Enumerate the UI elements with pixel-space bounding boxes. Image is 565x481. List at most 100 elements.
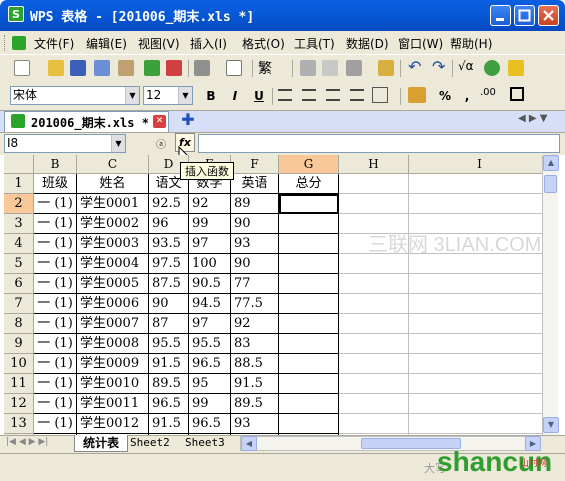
table-cell[interactable]: 95.5 — [149, 334, 189, 354]
table-cell[interactable]: 90 — [231, 254, 279, 274]
formula-input[interactable] — [198, 134, 560, 153]
table-cell[interactable]: 97.5 — [149, 254, 189, 274]
menu-insert[interactable]: 插入(I) — [190, 35, 227, 52]
table-cell[interactable]: 77 — [231, 274, 279, 294]
table-cell[interactable] — [279, 334, 339, 354]
row-header[interactable]: 7 — [4, 294, 34, 314]
table-cell[interactable] — [339, 394, 409, 414]
table-cell[interactable]: 学生0009 — [77, 354, 149, 374]
table-cell[interactable]: 100 — [189, 254, 231, 274]
table-cell[interactable]: 97 — [189, 234, 231, 254]
table-cell[interactable]: 总分 — [279, 174, 339, 194]
row-header[interactable]: 10 — [4, 354, 34, 374]
table-cell[interactable] — [409, 394, 551, 414]
menu-format[interactable]: 格式(O) — [242, 35, 285, 52]
table-cell[interactable]: 姓名 — [77, 174, 149, 194]
close-tab-icon[interactable]: ✕ — [153, 115, 166, 128]
table-cell[interactable]: 班级 — [34, 174, 77, 194]
menu-view[interactable]: 视图(V) — [138, 35, 180, 52]
table-cell[interactable] — [409, 354, 551, 374]
column-header[interactable]: H — [339, 155, 409, 174]
table-cell[interactable]: 一 (1) — [34, 214, 77, 234]
table-cell[interactable]: 一 (1) — [34, 234, 77, 254]
merge-cells-icon[interactable] — [372, 87, 388, 103]
table-cell[interactable]: 一 (1) — [34, 194, 77, 214]
spreadsheet-grid[interactable]: BCDEFGHI1班级姓名语文数学英语总分2一 (1)学生000192.5928… — [4, 155, 555, 435]
row-header[interactable]: 13 — [4, 414, 34, 434]
table-cell[interactable] — [339, 314, 409, 334]
table-cell[interactable]: 一 (1) — [34, 274, 77, 294]
table-cell[interactable]: 学生0004 — [77, 254, 149, 274]
table-cell[interactable]: 93 — [231, 234, 279, 254]
table-cell[interactable]: 学生0008 — [77, 334, 149, 354]
table-cell[interactable] — [279, 354, 339, 374]
table-cell[interactable] — [279, 314, 339, 334]
table-cell[interactable]: 学生0007 — [77, 314, 149, 334]
table-cell[interactable]: 学生0005 — [77, 274, 149, 294]
help-globe-icon[interactable] — [484, 60, 500, 76]
new-tab-icon[interactable]: ✚ — [180, 112, 196, 129]
table-cell[interactable]: 96.5 — [189, 414, 231, 434]
sheet-nav-arrows-icon[interactable]: |◀ ◀ ▶ ▶| — [6, 437, 48, 447]
table-cell[interactable] — [409, 314, 551, 334]
table-cell[interactable]: 87.5 — [149, 274, 189, 294]
vertical-scrollbar[interactable]: ▲ ▼ — [542, 155, 559, 435]
paste-icon[interactable] — [346, 60, 362, 76]
table-cell[interactable]: 95.5 — [189, 334, 231, 354]
table-cell[interactable] — [339, 174, 409, 194]
column-header[interactable]: C — [77, 155, 149, 174]
table-cell[interactable]: 一 (1) — [34, 254, 77, 274]
table-cell[interactable]: 97 — [189, 314, 231, 334]
table-cell[interactable]: 92 — [231, 314, 279, 334]
document-tab[interactable]: 201006_期末.xls * ✕ — [4, 111, 169, 132]
table-cell[interactable] — [279, 414, 339, 434]
table-cell[interactable]: 一 (1) — [34, 334, 77, 354]
open-folder-icon[interactable] — [48, 60, 64, 76]
table-cell[interactable]: 一 (1) — [34, 414, 77, 434]
table-cell[interactable] — [409, 254, 551, 274]
align-right-icon[interactable] — [326, 89, 340, 101]
justify-icon[interactable] — [350, 89, 364, 101]
table-cell[interactable] — [339, 334, 409, 354]
copy-icon[interactable] — [322, 60, 338, 76]
table-cell[interactable] — [279, 234, 339, 254]
table-cell[interactable]: 一 (1) — [34, 294, 77, 314]
table-cell[interactable]: 一 (1) — [34, 314, 77, 334]
increase-decimal-icon[interactable]: .00 — [480, 87, 496, 98]
traditional-chinese-icon[interactable]: 繁 — [258, 58, 272, 78]
table-cell[interactable] — [409, 294, 551, 314]
zoom-preview-icon[interactable] — [226, 60, 242, 76]
table-cell[interactable]: 英语 — [231, 174, 279, 194]
export-icon[interactable] — [144, 60, 160, 76]
table-cell[interactable]: 92 — [189, 194, 231, 214]
column-header[interactable]: I — [409, 155, 551, 174]
comma-style-button[interactable]: , — [458, 87, 476, 105]
table-cell[interactable]: 83 — [231, 334, 279, 354]
table-cell[interactable]: 89.5 — [149, 374, 189, 394]
print-icon[interactable] — [118, 60, 134, 76]
borders-icon[interactable] — [510, 87, 524, 101]
save-icon[interactable] — [70, 60, 86, 76]
menu-data[interactable]: 数据(D) — [346, 35, 389, 52]
table-cell[interactable] — [279, 194, 339, 214]
column-header[interactable]: G — [279, 155, 339, 174]
font-name-select[interactable]: 宋体 ▼ — [10, 86, 140, 105]
table-cell[interactable]: 77.5 — [231, 294, 279, 314]
table-cell[interactable]: 90.5 — [189, 274, 231, 294]
table-cell[interactable]: 学生0001 — [77, 194, 149, 214]
table-cell[interactable]: 一 (1) — [34, 374, 77, 394]
filter-icon[interactable] — [508, 60, 524, 76]
percent-button[interactable]: % — [436, 87, 454, 105]
table-cell[interactable]: 学生0006 — [77, 294, 149, 314]
table-cell[interactable]: 99 — [189, 214, 231, 234]
table-cell[interactable] — [339, 274, 409, 294]
menu-window[interactable]: 窗口(W) — [398, 35, 443, 52]
table-cell[interactable]: 91.5 — [149, 414, 189, 434]
menu-edit[interactable]: 编辑(E) — [86, 35, 127, 52]
row-header[interactable]: 1 — [4, 174, 34, 194]
align-left-icon[interactable] — [278, 89, 292, 101]
menu-help[interactable]: 帮助(H) — [450, 35, 492, 52]
scroll-thumb[interactable] — [544, 175, 557, 193]
italic-button[interactable]: I — [226, 87, 244, 105]
table-cell[interactable]: 89 — [231, 194, 279, 214]
